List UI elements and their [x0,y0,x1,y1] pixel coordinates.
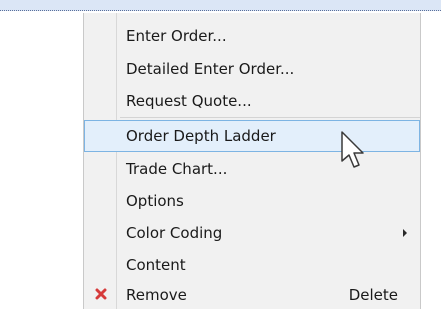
menu-item-enter-order[interactable]: Enter Order... [84,20,420,52]
chevron-right-icon [403,229,407,237]
menu-item-content[interactable]: Content [84,249,420,281]
menu-item-request-quote[interactable]: Request Quote... [84,85,420,117]
menu-item-label: Order Depth Ladder [126,127,276,145]
menu-item-label: Enter Order... [126,27,227,45]
menu-item-options[interactable]: Options [84,185,420,217]
menu-item-label: Detailed Enter Order... [126,60,295,78]
context-menu: Enter Order... Detailed Enter Order... R… [83,13,421,309]
menu-item-color-coding[interactable]: Color Coding [84,217,420,249]
page: Enter Order... Detailed Enter Order... R… [0,0,441,309]
selected-row-strip[interactable] [0,0,441,11]
menu-separator [120,117,420,118]
menu-item-detailed-enter-order[interactable]: Detailed Enter Order... [84,53,420,85]
menu-item-label: Color Coding [126,224,223,242]
close-icon [95,288,107,300]
menu-item-order-depth-ladder[interactable]: Order Depth Ladder [84,120,420,152]
menu-item-label: Trade Chart... [126,160,228,178]
menu-item-trade-chart[interactable]: Trade Chart... [84,153,420,185]
menu-item-label: Options [126,192,184,210]
menu-item-label: Remove [126,286,187,304]
shortcut-label: Delete [348,286,398,304]
menu-item-remove[interactable]: Remove Delete [84,279,420,309]
menu-item-label: Content [126,256,186,274]
menu-item-label: Request Quote... [126,92,252,110]
